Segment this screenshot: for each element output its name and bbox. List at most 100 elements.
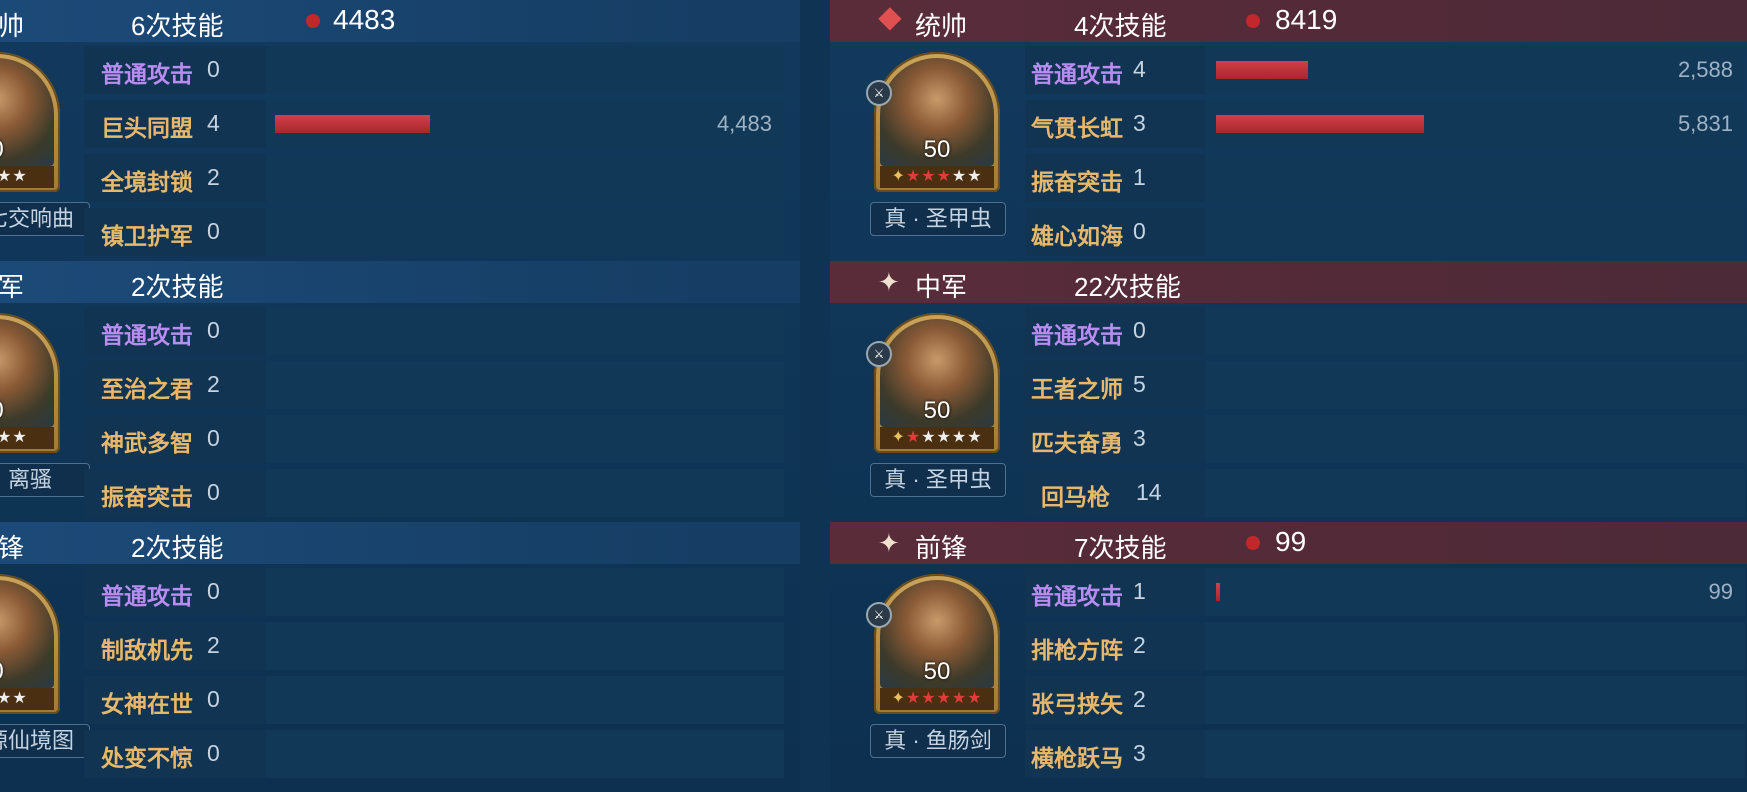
treasure-label[interactable]: 离骚 xyxy=(0,463,90,497)
treasure-label[interactable]: 真 · 鱼肠剑 xyxy=(870,724,1006,758)
tactic-skill-label: 女神在世 xyxy=(101,691,193,717)
star-icon: ★ xyxy=(905,690,922,707)
skill-trigger-count: 1 xyxy=(1133,164,1146,190)
treasure-label[interactable]: 源仙境图 xyxy=(0,724,90,758)
right-army-panel: ⬥ 统帅 4次技能 8419 50 ✦★★★★★ ⚔ 真 · 圣甲虫 普通攻击 4 2,588 气贯长… xyxy=(830,0,1747,792)
hero-portrait[interactable]: 0★★★★ xyxy=(0,574,60,714)
hero-level: 50 xyxy=(923,136,951,163)
hero-stars: ✦★★★★★ xyxy=(880,427,994,449)
skill-row: 普通攻击 4 2,588 xyxy=(1025,46,1745,94)
normal-attack-label: 普通攻击 xyxy=(1031,583,1123,609)
team-header: ✦ 中军 22次技能 xyxy=(830,261,1747,303)
team-header: 锋 2次技能 xyxy=(0,522,800,564)
star-icon: ★ xyxy=(0,429,13,446)
skill-trigger-count: 1 xyxy=(1133,578,1146,604)
skill-trigger-count: 2 xyxy=(207,632,220,658)
skill-row: 排枪方阵 2 xyxy=(1025,622,1745,670)
hero-portrait[interactable]: 50 ✦★★★★★ xyxy=(874,313,1000,453)
hero-stars: ✦★★★★★ xyxy=(880,166,994,188)
star-icon: ★ xyxy=(936,168,952,185)
star-badge-icon: ✦ xyxy=(878,528,900,558)
skill-row: 普通攻击 0 xyxy=(84,307,784,355)
skill-count: 22次技能 xyxy=(1074,272,1181,302)
hero-portrait[interactable]: 50 ✦★★★★★ xyxy=(874,574,1000,714)
skill-trigger-count: 3 xyxy=(1133,425,1146,451)
total-damage: 99 xyxy=(1275,526,1307,557)
team-role: 帅 xyxy=(0,11,25,41)
skill-count: 2次技能 xyxy=(131,533,224,563)
star-icon: ★ xyxy=(12,429,28,446)
hero-level: 50 xyxy=(923,397,951,424)
skill-row: 制敌机先 2 xyxy=(84,622,784,670)
tactic-skill-label: 制敌机先 xyxy=(101,637,193,663)
damage-dot-icon xyxy=(1246,536,1260,550)
treasure-label[interactable]: 七交响曲 xyxy=(0,202,90,236)
star-icon: ★ xyxy=(12,168,28,185)
treasure-label[interactable]: 真 · 圣甲虫 xyxy=(870,463,1006,497)
skill-row: 回马枪 14 xyxy=(1025,469,1745,517)
sword-badge-icon: ⬥ xyxy=(878,0,902,36)
star-icon: ★ xyxy=(921,168,937,185)
skill-row: 张弓挟矢 2 xyxy=(1025,676,1745,724)
skill-row: 振奋突击 0 xyxy=(84,469,784,517)
team-header: 军 2次技能 xyxy=(0,261,800,303)
skill-row: 镇卫护军 0 xyxy=(84,208,784,256)
star-icon: ★ xyxy=(921,429,937,446)
skill-trigger-count: 2 xyxy=(1133,632,1146,658)
damage-bar xyxy=(1216,61,1308,79)
team-role: 统帅 xyxy=(915,11,968,41)
skill-trigger-count: 5 xyxy=(1133,371,1146,397)
skill-row: 女神在世 0 xyxy=(84,676,784,724)
skill-row: 王者之师 5 xyxy=(1025,361,1745,409)
skill-trigger-count: 0 xyxy=(207,218,220,244)
skill-trigger-count: 3 xyxy=(1133,740,1146,766)
tactic-skill-label: 巨头同盟 xyxy=(101,115,193,141)
skill-row: 横枪跃马 3 xyxy=(1025,730,1745,778)
damage-bar xyxy=(1216,583,1220,601)
skill-trigger-count: 2 xyxy=(1133,686,1146,712)
total-damage: 4483 xyxy=(333,4,396,35)
tactic-skill-label: 神武多智 xyxy=(101,430,193,456)
skill-row: 振奋突击 1 xyxy=(1025,154,1745,202)
damage-dot-icon xyxy=(306,14,320,28)
skill-row: 处变不惊 0 xyxy=(84,730,784,778)
hero-stars: ★★★★ xyxy=(0,427,54,449)
hero-portrait[interactable]: 50 ✦★★★★★ xyxy=(874,52,1000,192)
tactic-skill-label: 雄心如海 xyxy=(1031,223,1123,249)
normal-attack-label: 普通攻击 xyxy=(1031,61,1123,87)
rank-icon: ✦ xyxy=(891,168,906,185)
troop-type-icon: ⚔ xyxy=(866,80,892,106)
skill-trigger-count: 0 xyxy=(207,479,220,505)
hero-portrait[interactable]: 0★★★★ xyxy=(0,313,60,453)
skill-trigger-count: 0 xyxy=(207,317,220,343)
rank-icon: ✦ xyxy=(891,429,906,446)
tactic-skill-label: 匹夫奋勇 xyxy=(1031,430,1123,456)
skill-damage-value: 99 xyxy=(1708,579,1733,604)
treasure-label[interactable]: 真 · 圣甲虫 xyxy=(870,202,1006,236)
skill-row: 普通攻击 0 xyxy=(84,46,784,94)
normal-attack-label: 普通攻击 xyxy=(101,61,193,87)
hero-level: 50 xyxy=(923,658,951,685)
star-icon: ★ xyxy=(967,690,983,707)
skill-damage-value: 2,588 xyxy=(1677,57,1733,82)
skill-trigger-count: 0 xyxy=(1133,218,1146,244)
tactic-skill-label: 横枪跃马 xyxy=(1031,745,1123,771)
skill-trigger-count: 0 xyxy=(207,686,220,712)
star-icon: ★ xyxy=(0,168,13,185)
star-icon: ★ xyxy=(967,168,983,185)
skill-trigger-count: 2 xyxy=(207,371,220,397)
skill-row: 普通攻击 0 xyxy=(1025,307,1745,355)
tactic-skill-label: 振奋突击 xyxy=(1031,169,1123,195)
skill-trigger-count: 3 xyxy=(1133,110,1146,136)
hero-level: 0 xyxy=(0,397,60,425)
tactic-skill-label: 排枪方阵 xyxy=(1031,637,1123,663)
star-icon: ★ xyxy=(921,690,937,707)
star-icon: ★ xyxy=(951,429,968,446)
skill-trigger-count: 0 xyxy=(207,578,220,604)
team-role: 中军 xyxy=(915,272,968,302)
tactic-skill-label: 全境封锁 xyxy=(101,169,193,195)
hero-portrait[interactable]: 0★★★★ xyxy=(0,52,60,192)
star-badge-icon: ✦ xyxy=(878,267,900,297)
skill-trigger-count: 14 xyxy=(1136,479,1162,505)
skill-row: 匹夫奋勇 3 xyxy=(1025,415,1745,463)
